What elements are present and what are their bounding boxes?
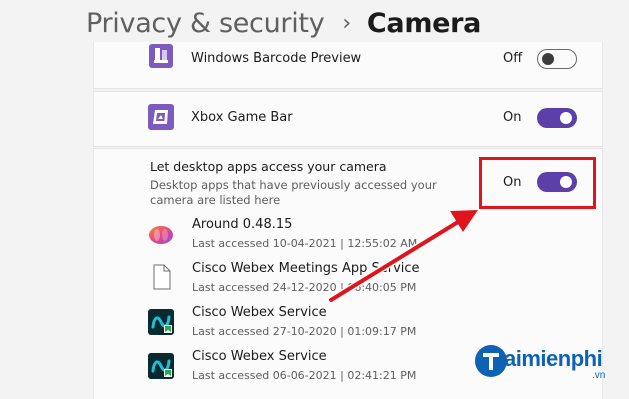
toggle-knob [560, 112, 572, 124]
app-name: Around 0.48.15 [192, 217, 293, 232]
app-name: Cisco Webex Meetings App Service [192, 261, 420, 276]
page-title: Camera [366, 7, 482, 39]
breadcrumb-parent-link[interactable]: Privacy & security [86, 8, 325, 39]
desktop-apps-setting-description: Desktop apps that have previously access… [150, 178, 437, 207]
last-accessed-text: Last accessed 06-06-2021 | 02:41:21 PM [192, 369, 417, 382]
last-accessed-text: Last accessed 10-04-2021 | 12:55:02 AM [192, 237, 418, 250]
app-name: Cisco Webex Service [192, 349, 327, 364]
desktop-apps-setting-title: Let desktop apps access your camera [150, 159, 387, 174]
chevron-right-icon: › [342, 10, 351, 36]
watermark-text: aimienphi [504, 346, 603, 371]
app-row-xbox-game-bar: Xbox Game Bar On [93, 91, 603, 147]
watermark-logo: aimienphi .vn [470, 342, 626, 386]
toggle-state-label: On [503, 110, 522, 125]
annotation-highlight-box [479, 157, 596, 209]
barcode-preview-toggle[interactable] [537, 49, 577, 69]
breadcrumb: Privacy & security › Camera [86, 4, 481, 42]
webex-icon [148, 309, 174, 335]
toggle-state-label: Off [503, 51, 523, 66]
app-name-xbox-game-bar: Xbox Game Bar [191, 110, 293, 125]
last-accessed-text: Last accessed 27-10-2020 | 01:09:17 PM [192, 325, 417, 338]
webex-icon [148, 353, 174, 379]
xbox-game-bar-toggle[interactable] [537, 108, 577, 128]
app-name-barcode-preview: Windows Barcode Preview [191, 51, 362, 66]
xbox-game-bar-icon [148, 104, 174, 130]
app-name: Cisco Webex Service [192, 305, 327, 320]
toggle-knob [542, 53, 554, 65]
app-row-barcode-preview: Windows Barcode Preview Off [93, 42, 603, 89]
watermark-suffix: .vn [592, 370, 606, 381]
last-accessed-text: Last accessed 24-12-2020 | 06:40:05 PM [192, 281, 417, 294]
file-icon [153, 264, 171, 290]
barcode-preview-icon [149, 44, 173, 68]
around-app-icon [149, 226, 173, 244]
taimienphi-logo-icon [475, 345, 507, 377]
